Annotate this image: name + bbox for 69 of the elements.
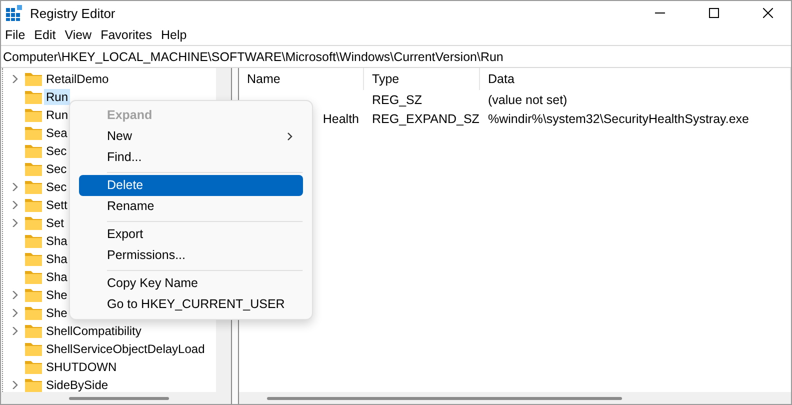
- tree-item[interactable]: Sha: [44, 233, 70, 249]
- table-cell: REG_EXPAND_SZ: [372, 112, 480, 126]
- folder-icon: [25, 288, 42, 302]
- chevron-icon[interactable]: [11, 291, 19, 299]
- chevron-icon[interactable]: [11, 327, 19, 335]
- menu-item[interactable]: Help: [158, 28, 194, 42]
- menu-item[interactable]: View: [62, 28, 99, 42]
- folder-icon: [25, 126, 42, 140]
- column-header[interactable]: Type: [364, 68, 480, 90]
- folder-icon: [25, 180, 42, 194]
- folder-icon: [25, 378, 42, 392]
- tree-item[interactable]: Sha: [44, 251, 70, 267]
- folder-icon: [25, 306, 42, 320]
- tree-item[interactable]: Sea: [44, 125, 70, 141]
- folder-icon: [25, 90, 42, 104]
- folder-icon: [25, 216, 42, 230]
- chevron-icon[interactable]: [11, 183, 19, 191]
- scrollbar[interactable]: [1, 392, 232, 404]
- chevron-icon[interactable]: [11, 219, 19, 227]
- tree-item[interactable]: Set: [44, 215, 66, 231]
- chevron-icon[interactable]: [11, 309, 19, 317]
- chevron-icon[interactable]: [11, 75, 19, 83]
- table-cell: REG_SZ: [372, 92, 422, 106]
- app-icon: [6, 5, 22, 21]
- folder-icon: [25, 162, 42, 176]
- tree-item[interactable]: She: [44, 305, 70, 321]
- table-cell: %windir%\system32\SecurityHealthSystray.exe: [488, 112, 749, 126]
- menu-item[interactable]: Favorites: [98, 28, 159, 42]
- menu-item[interactable]: Copy Key Name: [79, 273, 303, 294]
- menu-item[interactable]: File: [3, 28, 32, 42]
- menu-item[interactable]: Edit: [32, 28, 63, 42]
- tree-item[interactable]: Sha: [44, 269, 70, 285]
- tree-item[interactable]: Sett: [44, 197, 70, 213]
- address-field[interactable]: Computer\HKEY_LOCAL_MACHINE\SOFTWARE\Microsoft\Windows\CurrentVersion\Run: [1, 45, 791, 68]
- folder-icon: [25, 198, 42, 212]
- menu-item[interactable]: New: [79, 126, 303, 147]
- column-header[interactable]: Name: [239, 68, 364, 90]
- folder-icon: [25, 144, 42, 158]
- window-title: Registry Editor: [30, 6, 116, 20]
- tree-item[interactable]: Run: [44, 89, 70, 105]
- folder-icon: [25, 252, 42, 266]
- folder-icon: [25, 108, 42, 122]
- folder-icon: [25, 324, 42, 338]
- folder-icon: [25, 360, 42, 374]
- table-cell: Health: [322, 112, 359, 126]
- column-header[interactable]: Data: [480, 68, 791, 90]
- maximize-icon: [709, 8, 719, 18]
- tree-item[interactable]: ShellCompatibility: [44, 323, 144, 339]
- menu-item[interactable]: Delete: [79, 175, 303, 196]
- tree-item[interactable]: SHUTDOWN: [44, 359, 119, 375]
- close-icon: [763, 8, 773, 18]
- chevron-icon[interactable]: [11, 381, 19, 389]
- chevron-icon[interactable]: [11, 201, 19, 209]
- folder-icon: [25, 72, 42, 86]
- tree-item[interactable]: SideBySide: [44, 377, 110, 393]
- tree-item[interactable]: Run: [44, 107, 70, 123]
- tree-item[interactable]: Sec: [44, 161, 69, 177]
- menu-item[interactable]: Export: [79, 224, 303, 245]
- folder-icon: [25, 342, 42, 356]
- table-cell: (value not set): [488, 92, 568, 106]
- scrollbar[interactable]: [239, 392, 791, 404]
- menu-item[interactable]: Go to HKEY_CURRENT_USER: [79, 294, 303, 315]
- tree-item[interactable]: She: [44, 287, 70, 303]
- tree-item[interactable]: Sec: [44, 179, 69, 195]
- tree-item[interactable]: RetailDemo: [44, 71, 111, 87]
- tree-item[interactable]: Sec: [44, 143, 69, 159]
- folder-icon: [25, 234, 42, 248]
- tree-item[interactable]: ShellServiceObjectDelayLoad: [44, 341, 207, 357]
- folder-icon: [25, 270, 42, 284]
